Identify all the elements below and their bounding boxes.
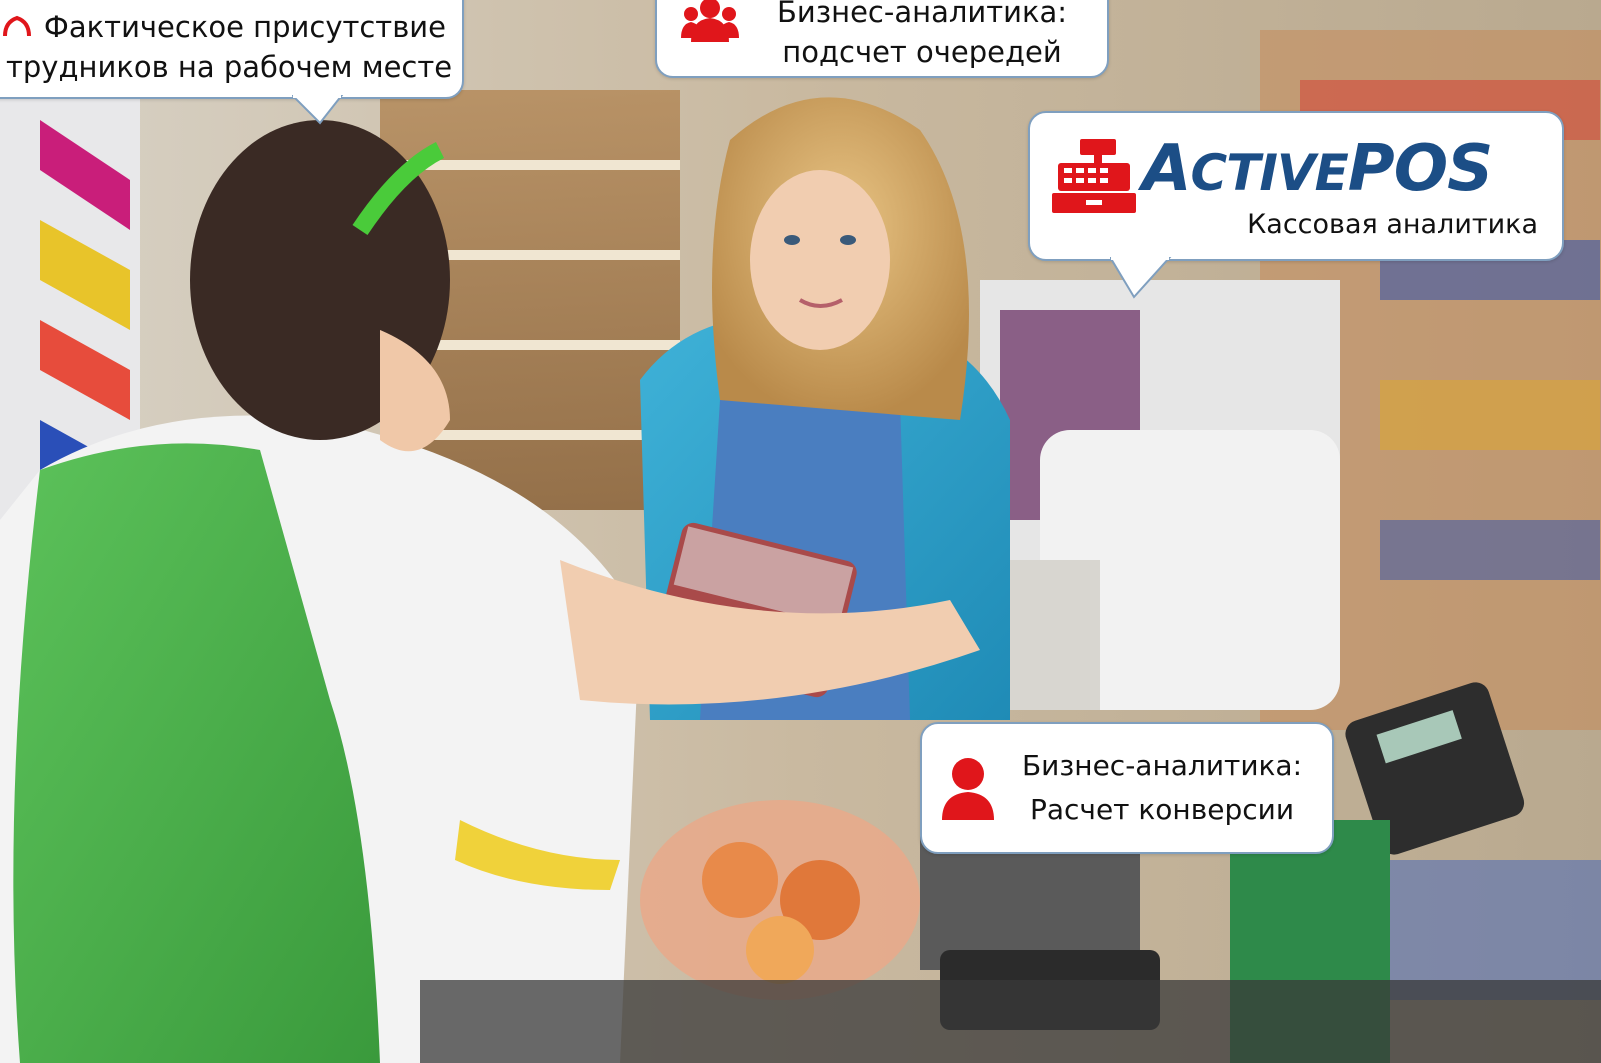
queue-line1: Бизнес-аналитика: (776, 0, 1068, 29)
presence-callout: Фактическое присутствие трудников на раб… (0, 0, 464, 125)
presence-line2: трудников на рабочем месте (6, 50, 453, 84)
presence-callout-tail (292, 95, 344, 125)
queue-text: Бизнес-аналитика: подсчет очередей (757, 0, 1087, 72)
brand-pos: POS (1347, 132, 1493, 206)
activepos-logo-text: ACTIVEPOS (1142, 131, 1493, 211)
brand-letter-a: A (1142, 132, 1192, 206)
conversion-line2: Расчет конверсии (1029, 793, 1295, 826)
brand-ctive: CTIVE (1190, 144, 1349, 202)
people-group-icon (681, 0, 739, 42)
cash-register-icon (1050, 137, 1138, 215)
activepos-subtitle: Кассовая аналитика (1247, 209, 1538, 240)
presence-line1: Фактическое присутствие (43, 10, 446, 44)
queue-line2: подсчет очередей (782, 35, 1062, 69)
activepos-callout-tail (1110, 257, 1172, 299)
queue-callout: Бизнес-аналитика: подсчет очередей (655, 0, 1109, 78)
activepos-callout: ACTIVEPOS Кассовая аналитика (1028, 111, 1564, 299)
conversion-callout: Бизнес-аналитика: Расчет конверсии (920, 722, 1334, 854)
presence-text: Фактическое присутствие трудников на раб… (6, 7, 453, 87)
conversion-text: Бизнес-аналитика: Расчет конверсии (1012, 744, 1312, 832)
conversion-line1: Бизнес-аналитика: (1021, 749, 1303, 782)
photo-scene: Фактическое присутствие трудников на раб… (0, 0, 1601, 1063)
person-icon (940, 756, 996, 820)
